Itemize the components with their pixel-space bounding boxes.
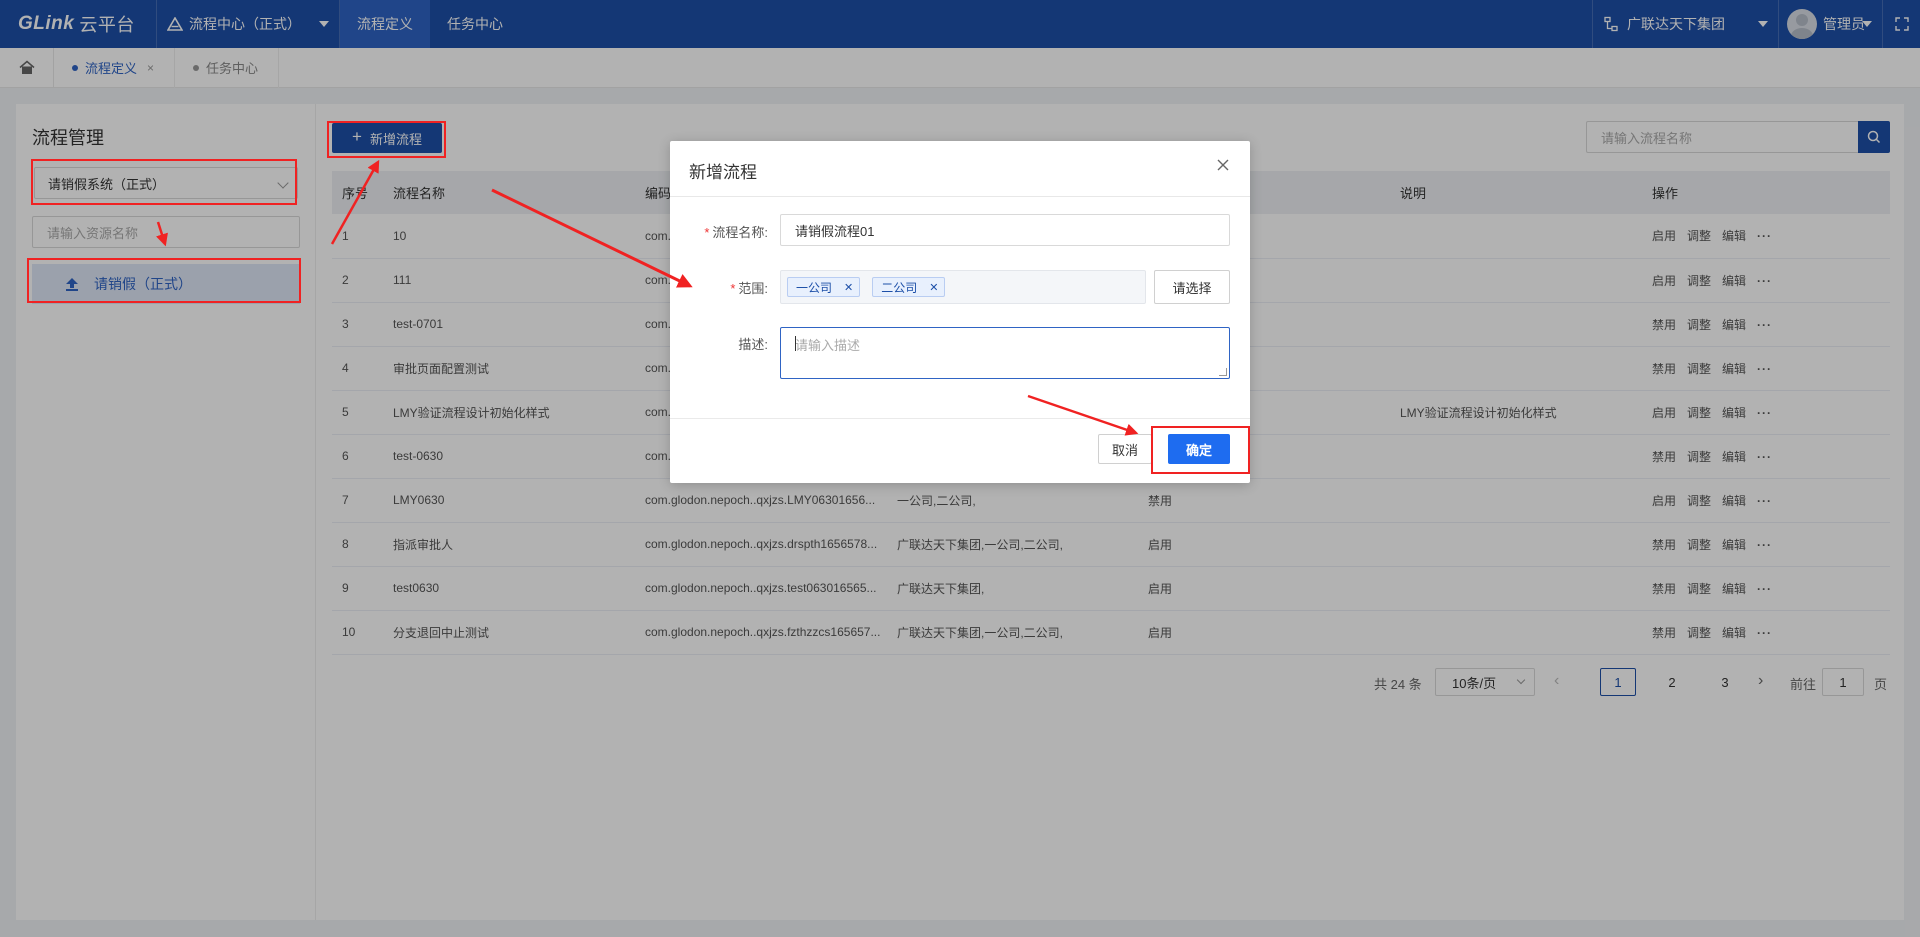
add-process-dialog: 新增流程 * 流程名称: 请销假流程01 * 范围: 一公司 ✕ 二公司 ✕ 请选择 描…: [670, 141, 1250, 483]
text-cursor: [795, 336, 796, 351]
scope-label: * 范围:: [730, 281, 768, 296]
choose-scope-button[interactable]: 请选择: [1154, 270, 1230, 304]
scope-tag: 一公司 ✕: [787, 277, 861, 297]
name-label: * 流程名称:: [704, 225, 768, 240]
footer-divider: [670, 418, 1250, 419]
tag-text: 一公司: [796, 280, 833, 295]
name-label-text: 流程名称:: [712, 225, 768, 240]
scope-tag-input[interactable]: 一公司 ✕ 二公司 ✕: [780, 270, 1146, 304]
divider: [670, 196, 1250, 197]
desc-label: 描述:: [738, 337, 768, 352]
close-icon[interactable]: [1216, 158, 1230, 172]
remove-tag-icon[interactable]: ✕: [844, 281, 853, 294]
scope-tag: 二公司 ✕: [872, 277, 946, 297]
scope-label-text: 范围:: [738, 281, 768, 296]
tag-text: 二公司: [881, 280, 918, 295]
description-textarea[interactable]: 请输入描述: [780, 327, 1230, 379]
description-placeholder: 请输入描述: [795, 338, 861, 353]
confirm-button[interactable]: 确定: [1168, 434, 1230, 464]
dialog-title: 新增流程: [689, 163, 757, 182]
process-name-input[interactable]: 请销假流程01: [780, 214, 1230, 246]
resize-handle-icon[interactable]: [1219, 368, 1227, 376]
remove-tag-icon[interactable]: ✕: [929, 281, 938, 294]
cancel-button[interactable]: 取消: [1098, 434, 1152, 464]
